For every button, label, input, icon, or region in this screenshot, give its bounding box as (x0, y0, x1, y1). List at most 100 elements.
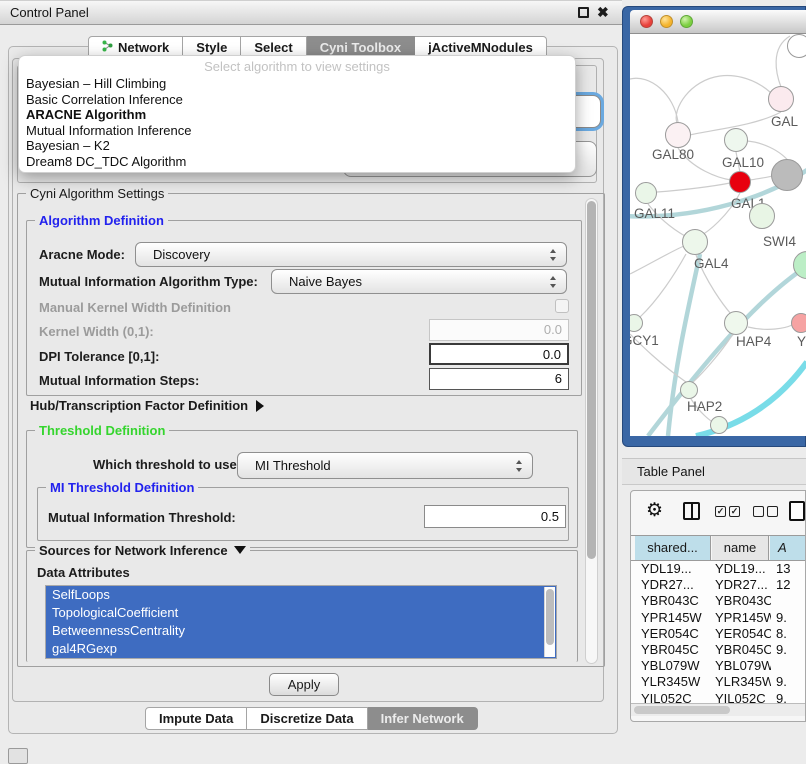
table-panel-titlebar: Table Panel (622, 458, 806, 485)
network-node-hap4[interactable] (724, 311, 748, 335)
attribute-item-betweennesscentrality[interactable]: BetweennessCentrality (46, 622, 556, 640)
table-row[interactable]: YBR043CYBR043C (631, 593, 805, 609)
kernel-width-field[interactable]: 0.0 (429, 319, 569, 341)
apply-button[interactable]: Apply (269, 673, 339, 696)
table-hscrollbar[interactable] (631, 703, 805, 716)
table-cell: YBR043C (715, 593, 771, 608)
export-table-icon[interactable] (789, 501, 805, 521)
network-node-hap2[interactable] (680, 381, 698, 399)
mi-steps-field[interactable]: 6 (429, 368, 569, 390)
settings-scrollbar[interactable] (585, 198, 598, 664)
tab-discretize-data[interactable]: Discretize Data (247, 707, 367, 730)
tab-impute-data[interactable]: Impute Data (145, 707, 247, 730)
network-node[interactable] (787, 34, 806, 58)
table-cell: YBL079W (641, 658, 707, 673)
deselect-checkbox-icon[interactable] (753, 506, 764, 517)
network-node-gal1[interactable] (729, 171, 751, 193)
algorithm-definition-title: Algorithm Definition (35, 213, 168, 228)
network-node-gal80[interactable] (665, 122, 691, 148)
attribute-item-gal4rgexp[interactable]: gal4RGexp (46, 640, 556, 658)
network-node-label: GAL4 (694, 256, 729, 271)
table-toolbar: ⚙ ✓ ✓ (631, 497, 805, 527)
kernel-width-label: Kernel Width (0,1): (39, 324, 154, 339)
settings-scrollbar-thumb[interactable] (587, 201, 596, 559)
table-cell: YER054C (641, 626, 707, 641)
network-node-gal10[interactable] (724, 128, 748, 152)
aracne-mode-select[interactable]: Discovery (135, 242, 567, 267)
float-panel-icon[interactable] (578, 7, 589, 18)
algorithm-definition-group: Algorithm Definition Aracne Mode: Discov… (26, 220, 582, 396)
dropdown-item-bayesian-k2[interactable]: Bayesian – K2 (19, 138, 575, 154)
dropdown-item-basic-correlation-inference[interactable]: Basic Correlation Inference (19, 92, 575, 108)
mi-threshold-title: MI Threshold Definition (46, 480, 198, 495)
attributes-scrollbar-thumb[interactable] (546, 589, 554, 645)
table-row[interactable]: YBL079WYBL079W (631, 658, 805, 674)
column-header-partial[interactable]: A (770, 536, 806, 560)
table-cell: 9. (776, 691, 805, 704)
dropdown-item-bayesian-hill-climbing[interactable]: Bayesian – Hill Climbing (19, 76, 575, 92)
table-row[interactable]: YIL052CYIL052C9. (631, 691, 805, 704)
table-cell: 9. (776, 674, 805, 689)
aracne-mode-label: Aracne Mode: (39, 247, 125, 262)
attribute-item-selfloops[interactable]: SelfLoops (46, 586, 556, 604)
table-hscrollbar-thumb[interactable] (634, 706, 730, 714)
tab-label: Infer Network (381, 708, 464, 730)
network-window-titlebar[interactable] (630, 10, 806, 34)
table-cell: YLR345W (641, 674, 707, 689)
table-row[interactable]: YLR345W YLR345W 9. (631, 674, 805, 690)
table-row[interactable]: YDL19...YDL19...13 (631, 561, 805, 577)
network-node[interactable] (749, 203, 775, 229)
collapse-down-icon (234, 546, 246, 554)
mi-threshold-label: Mutual Information Threshold: (48, 510, 236, 525)
deselect-checkbox-icon2[interactable] (767, 506, 778, 517)
select-all-checkbox-icon[interactable]: ✓ (715, 506, 726, 517)
table-cell: YIL052C (715, 691, 771, 704)
settings-group-title: Cyni Algorithm Settings (26, 186, 168, 201)
network-view-window: GALGAL80GAL10GAL1GAL11SWI4GAL4GCY1HAP4YH… (622, 6, 806, 447)
select-all-checkbox-icon2[interactable]: ✓ (729, 506, 740, 517)
threshold-definition-group: Threshold Definition Which threshold to … (26, 430, 578, 548)
table-cell: 8. (776, 626, 805, 641)
mi-threshold-field[interactable]: 0.5 (424, 505, 566, 528)
network-node-gal[interactable] (768, 86, 794, 112)
which-threshold-select[interactable]: MI Threshold (237, 452, 533, 479)
aracne-mode-value: Discovery (153, 247, 210, 262)
dropdown-item-aracne-algorithm[interactable]: ARACNE Algorithm (19, 107, 575, 123)
attributes-scrollbar[interactable] (544, 587, 555, 657)
table-cell: YBR045C (641, 642, 707, 657)
column-header-shared[interactable]: shared... (635, 536, 711, 560)
columns-icon[interactable] (683, 502, 700, 520)
sources-title[interactable]: Sources for Network Inference (35, 543, 250, 558)
network-node[interactable] (771, 159, 803, 191)
table-cell: YPR145W (715, 610, 771, 625)
mi-type-select[interactable]: Naive Bayes (271, 269, 567, 294)
zoom-window-icon[interactable] (680, 15, 693, 28)
close-window-icon[interactable] (640, 15, 653, 28)
manual-kernel-label: Manual Kernel Width Definition (39, 300, 231, 315)
table-row[interactable]: YER054CYER054C8. (631, 626, 805, 642)
table-cell: YLR345W (715, 674, 771, 689)
network-node-y[interactable] (791, 313, 806, 333)
dropdown-item-mutual-information-inference[interactable]: Mutual Information Inference (19, 123, 575, 139)
network-node-gal4[interactable] (682, 229, 708, 255)
close-panel-icon[interactable]: ✖ (597, 4, 609, 21)
network-canvas[interactable]: GALGAL80GAL10GAL1GAL11SWI4GAL4GCY1HAP4YH… (630, 34, 806, 436)
column-header-name[interactable]: name (712, 536, 769, 560)
manual-kernel-checkbox[interactable] (555, 299, 569, 313)
gear-icon[interactable]: ⚙ (646, 499, 663, 522)
dpi-tolerance-field[interactable]: 0.0 (429, 343, 569, 365)
minimize-window-icon[interactable] (660, 15, 673, 28)
table-row[interactable]: YPR145WYPR145W9. (631, 610, 805, 626)
table-row[interactable]: YBR045CYBR045C9. (631, 642, 805, 658)
network-node-gal11[interactable] (635, 182, 657, 204)
tab-infer-network[interactable]: Infer Network (368, 707, 478, 730)
attribute-item-topologicalcoefficient[interactable]: TopologicalCoefficient (46, 604, 556, 622)
table-cell: 12 (776, 577, 805, 592)
network-node[interactable] (710, 416, 728, 434)
table-row[interactable]: YDR27...YDR27...12 (631, 577, 805, 593)
algorithm-dropdown: Select algorithm to view settings Bayesi… (18, 55, 576, 173)
hub-definition-toggle[interactable]: Hub/Transcription Factor Definition (30, 398, 264, 413)
mi-type-label: Mutual Information Algorithm Type: (39, 274, 258, 289)
dropdown-item-dream8-dc-tdc-algorithm[interactable]: Dream8 DC_TDC Algorithm (19, 154, 575, 170)
network-node-label: SWI4 (763, 234, 796, 249)
